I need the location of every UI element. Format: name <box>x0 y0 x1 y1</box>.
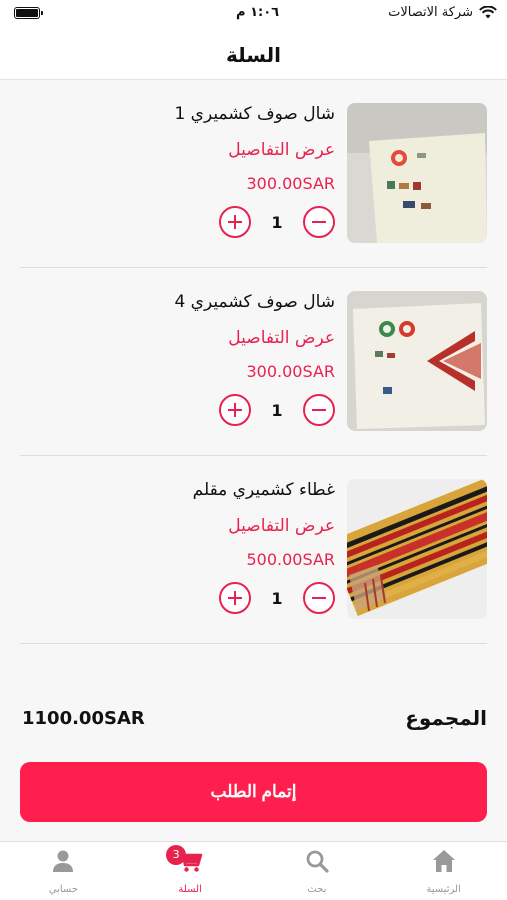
minus-icon[interactable] <box>303 206 335 238</box>
quantity-value: 1 <box>271 588 283 608</box>
product-image[interactable] <box>347 291 487 431</box>
product-price: 500.00SAR <box>246 550 336 569</box>
tab-label: السلة <box>178 884 202 895</box>
product-price: 300.00SAR <box>246 174 336 193</box>
quantity-stepper: 1 <box>219 206 335 238</box>
person-icon <box>53 850 74 872</box>
tab-home[interactable]: الرئيسية <box>380 842 507 900</box>
tab-search[interactable]: بحث <box>254 842 381 900</box>
cart-total: المجموع 1100.00SAR <box>22 706 487 736</box>
plus-icon[interactable] <box>219 582 251 614</box>
quantity-value: 1 <box>271 400 283 420</box>
page-header: السلة <box>0 30 507 80</box>
cart-item: شال صوف كشميري 1 عرض التفاصيل 300.00SAR … <box>20 80 487 268</box>
view-details-link[interactable]: عرض التفاصيل <box>174 140 335 166</box>
tab-cart[interactable]: 3 السلة <box>127 842 254 900</box>
cart-item: غطاء كشميري مقلم عرض التفاصيل 500.00SAR … <box>20 456 487 644</box>
tab-label: حسابي <box>48 884 79 895</box>
view-details-link[interactable]: عرض التفاصيل <box>193 516 335 542</box>
tab-bar: حسابي 3 السلة بحث الرئيسية <box>0 841 507 900</box>
tab-label: الرئيسية <box>426 884 461 895</box>
product-image[interactable] <box>347 479 487 619</box>
home-icon <box>432 850 455 872</box>
status-time: ١:٠٦ م <box>236 5 280 20</box>
product-info: غطاء كشميري مقلم عرض التفاصيل 500.00SAR <box>193 480 335 574</box>
product-name: غطاء كشميري مقلم <box>192 480 335 500</box>
checkout-button[interactable]: إتمام الطلب <box>20 762 487 822</box>
product-image[interactable] <box>347 103 487 243</box>
product-name: شال صوف كشميري 4 <box>174 292 335 312</box>
total-label: المجموع <box>405 706 487 730</box>
carrier-name: شركة الاتصالات <box>388 5 473 20</box>
cart-list: شال صوف كشميري 1 عرض التفاصيل 300.00SAR … <box>20 80 487 644</box>
quantity-stepper: 1 <box>219 582 335 614</box>
minus-icon[interactable] <box>303 582 335 614</box>
cart-count-badge: 3 <box>166 845 187 865</box>
plus-icon[interactable] <box>219 206 251 238</box>
product-info: شال صوف كشميري 1 عرض التفاصيل 300.00SAR <box>174 104 335 198</box>
status-bar: ١:٠٦ م شركة الاتصالات <box>0 0 507 30</box>
cart-item: شال صوف كشميري 4 عرض التفاصيل 300.00SAR … <box>20 268 487 456</box>
battery-icon <box>14 7 43 19</box>
tab-account[interactable]: حسابي <box>0 842 127 900</box>
product-name: شال صوف كشميري 1 <box>174 104 335 124</box>
search-icon <box>306 850 329 873</box>
quantity-value: 1 <box>271 212 283 232</box>
tab-label: بحث <box>307 884 327 895</box>
quantity-stepper: 1 <box>219 394 335 426</box>
plus-icon[interactable] <box>219 394 251 426</box>
page-title: السلة <box>225 42 281 67</box>
product-price: 300.00SAR <box>246 362 336 381</box>
minus-icon[interactable] <box>303 394 335 426</box>
view-details-link[interactable]: عرض التفاصيل <box>174 328 335 354</box>
total-amount: 1100.00SAR <box>22 708 145 729</box>
wifi-icon <box>479 6 497 19</box>
status-carrier-group: شركة الاتصالات <box>388 5 497 20</box>
product-info: شال صوف كشميري 4 عرض التفاصيل 300.00SAR <box>174 292 335 386</box>
